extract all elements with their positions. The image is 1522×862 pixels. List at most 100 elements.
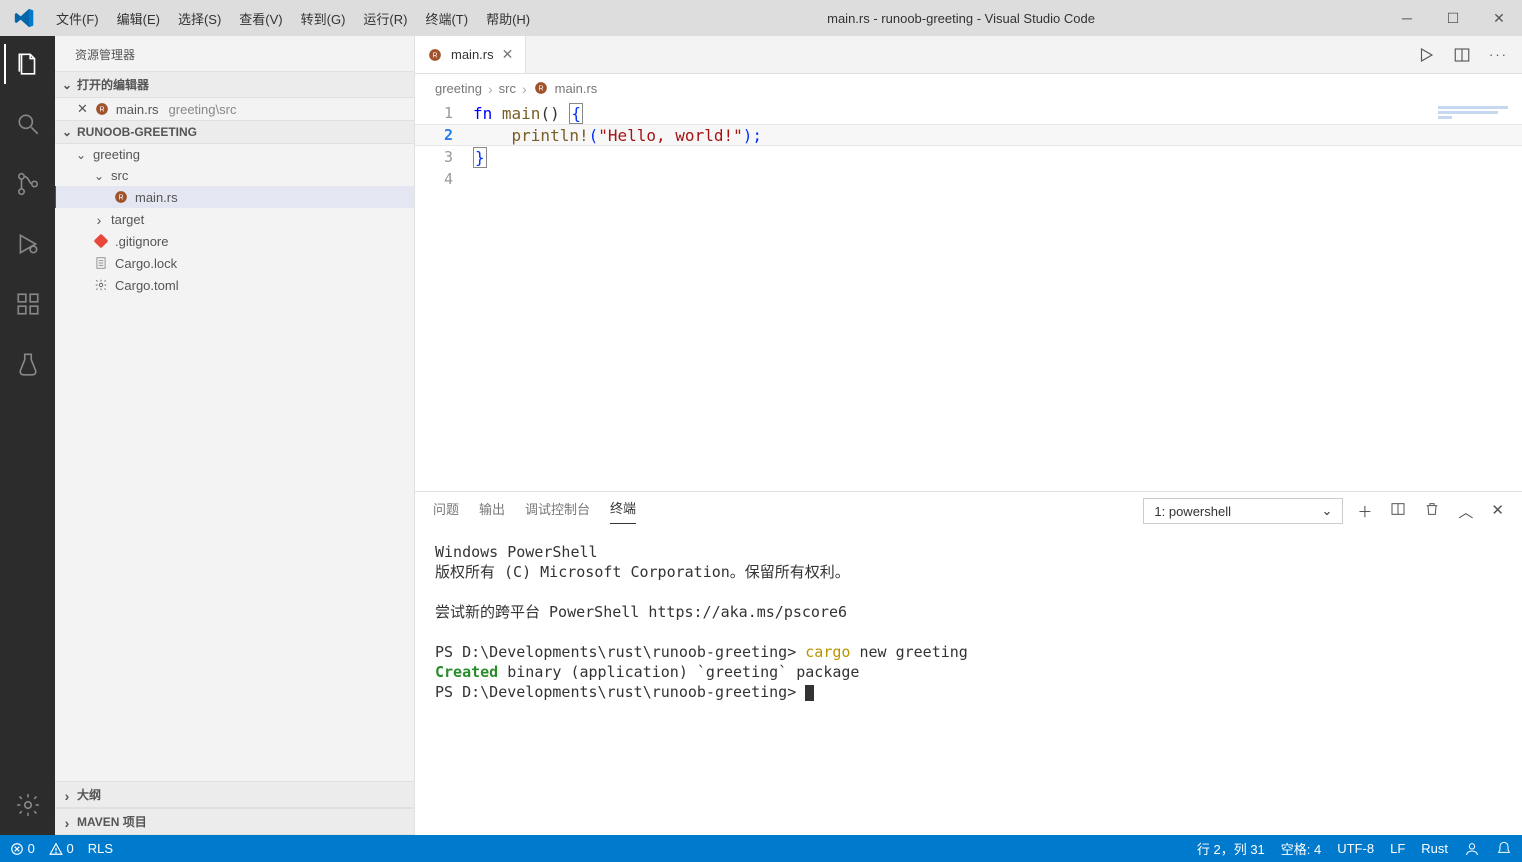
- file-gitignore[interactable]: .gitignore: [55, 230, 414, 252]
- rust-file-icon: R: [533, 80, 549, 96]
- status-rls[interactable]: RLS: [88, 841, 113, 856]
- terminal-cursor: [805, 685, 814, 701]
- svg-text:R: R: [99, 106, 104, 113]
- close-file-icon[interactable]: ✕: [77, 101, 88, 117]
- window-title: main.rs - runoob-greeting - Visual Studi…: [538, 11, 1384, 26]
- close-tab-icon[interactable]: ✕: [502, 46, 514, 63]
- settings-icon[interactable]: [4, 785, 52, 825]
- close-button[interactable]: ✕: [1476, 0, 1522, 36]
- feedback-icon[interactable]: [1464, 841, 1480, 857]
- run-icon[interactable]: [1417, 46, 1435, 64]
- line-number: 1: [444, 104, 453, 122]
- split-editor-icon[interactable]: [1453, 46, 1471, 64]
- breadcrumb-item[interactable]: greeting: [435, 81, 482, 96]
- outline-label: 大纲: [77, 786, 101, 803]
- menu-edit[interactable]: 编辑(E): [109, 5, 168, 32]
- folder-label: target: [111, 212, 144, 227]
- maximize-panel-icon[interactable]: ︿: [1458, 501, 1473, 522]
- chevron-down-icon: ⌄: [93, 169, 105, 183]
- file-cargo-lock[interactable]: Cargo.lock: [55, 252, 414, 274]
- terminal-line: 尝试新的跨平台 PowerShell https://aka.ms/pscore…: [435, 602, 1502, 622]
- svg-text:R: R: [432, 52, 437, 59]
- breadcrumbs[interactable]: greeting › src › R main.rs: [415, 74, 1522, 102]
- file-tree: ⌄ greeting ⌄ src R main.rs › target: [55, 144, 414, 781]
- menu-view[interactable]: 查看(V): [231, 5, 290, 32]
- editor-tab-main[interactable]: R main.rs ✕: [415, 36, 526, 73]
- testing-icon[interactable]: [4, 344, 52, 384]
- status-warnings[interactable]: 0: [49, 841, 74, 857]
- folder-src[interactable]: ⌄ src: [55, 165, 414, 186]
- status-errors[interactable]: 0: [10, 841, 35, 857]
- explorer-icon[interactable]: [4, 44, 52, 84]
- chevron-right-icon: ›: [488, 81, 493, 97]
- chevron-down-icon: ⌄: [61, 78, 73, 92]
- file-label: Cargo.lock: [115, 256, 177, 271]
- vscode-logo-icon: [0, 8, 48, 28]
- extensions-icon[interactable]: [4, 284, 52, 324]
- panel-tab-problems[interactable]: 问题: [433, 499, 459, 524]
- file-label: Cargo.toml: [115, 278, 179, 293]
- new-terminal-icon[interactable]: ＋: [1357, 501, 1372, 522]
- menu-help[interactable]: 帮助(H): [478, 5, 538, 32]
- minimize-button[interactable]: ─: [1384, 0, 1430, 36]
- chevron-down-icon: ⌄: [61, 125, 73, 139]
- folder-greeting[interactable]: ⌄ greeting: [55, 144, 414, 165]
- sidebar-title: 资源管理器: [55, 36, 414, 71]
- editor-actions: ···: [1417, 36, 1522, 73]
- menu-selection[interactable]: 选择(S): [170, 5, 229, 32]
- close-panel-icon[interactable]: ✕: [1491, 501, 1504, 522]
- status-eol[interactable]: LF: [1390, 841, 1405, 856]
- breadcrumb-item[interactable]: main.rs: [555, 81, 598, 96]
- status-encoding[interactable]: UTF-8: [1337, 841, 1374, 856]
- outline-section[interactable]: › 大纲: [55, 781, 414, 808]
- rust-file-icon: R: [94, 101, 110, 117]
- panel-tab-output[interactable]: 输出: [479, 499, 505, 524]
- panel-tab-debug-console[interactable]: 调试控制台: [525, 499, 590, 524]
- status-line-col[interactable]: 行 2，列 31: [1197, 839, 1265, 858]
- notifications-icon[interactable]: [1496, 841, 1512, 857]
- terminal-selector-label: 1: powershell: [1154, 504, 1231, 519]
- split-terminal-icon[interactable]: [1390, 501, 1406, 522]
- source-control-icon[interactable]: [4, 164, 52, 204]
- sidebar: 资源管理器 ⌄ 打开的编辑器 ✕ R main.rs greeting\src …: [55, 36, 415, 835]
- line-number: 4: [444, 170, 453, 188]
- file-main-rs[interactable]: R main.rs: [55, 186, 414, 208]
- kill-terminal-icon[interactable]: [1424, 501, 1440, 522]
- svg-text:R: R: [118, 194, 123, 201]
- file-label: .gitignore: [115, 234, 168, 249]
- menu-file[interactable]: 文件(F): [48, 5, 107, 32]
- terminal[interactable]: Windows PowerShell 版权所有 (C) Microsoft Co…: [415, 524, 1522, 835]
- file-cargo-toml[interactable]: Cargo.toml: [55, 274, 414, 296]
- minimap[interactable]: [1438, 106, 1508, 126]
- maven-section[interactable]: › MAVEN 项目: [55, 808, 414, 835]
- chevron-right-icon: ›: [93, 212, 105, 228]
- maximize-button[interactable]: ☐: [1430, 0, 1476, 36]
- status-indent[interactable]: 空格: 4: [1281, 839, 1321, 858]
- chevron-right-icon: ›: [522, 81, 527, 97]
- code-editor[interactable]: 1 fn main() { 2 println!("Hello, world!"…: [415, 102, 1522, 491]
- folder-target[interactable]: › target: [55, 208, 414, 230]
- menu-terminal[interactable]: 终端(T): [417, 5, 476, 32]
- menu-run[interactable]: 运行(R): [355, 5, 415, 32]
- open-editor-item[interactable]: ✕ R main.rs greeting\src: [55, 98, 414, 120]
- terminal-line: 版权所有 (C) Microsoft Corporation。保留所有权利。: [435, 562, 1502, 582]
- project-section[interactable]: ⌄ RUNOOB-GREETING: [55, 120, 414, 144]
- terminal-line: Windows PowerShell: [435, 542, 1502, 562]
- status-language[interactable]: Rust: [1421, 841, 1448, 856]
- more-icon[interactable]: ···: [1489, 47, 1508, 62]
- terminal-line: Created binary (application) `greeting` …: [435, 662, 1502, 682]
- open-editor-path: greeting\src: [169, 102, 237, 117]
- open-editors-section[interactable]: ⌄ 打开的编辑器: [55, 71, 414, 98]
- terminal-selector[interactable]: 1: powershell ⌄: [1143, 498, 1343, 524]
- run-debug-icon[interactable]: [4, 224, 52, 264]
- git-file-icon: [93, 233, 109, 249]
- search-icon[interactable]: [4, 104, 52, 144]
- line-number: 3: [444, 148, 453, 166]
- file-icon: [93, 255, 109, 271]
- line-number: 2: [444, 126, 453, 144]
- title-bar: 文件(F) 编辑(E) 选择(S) 查看(V) 转到(G) 运行(R) 终端(T…: [0, 0, 1522, 36]
- breadcrumb-item[interactable]: src: [499, 81, 516, 96]
- panel-tab-terminal[interactable]: 终端: [610, 498, 636, 524]
- menu-go[interactable]: 转到(G): [293, 5, 354, 32]
- rust-file-icon: R: [113, 189, 129, 205]
